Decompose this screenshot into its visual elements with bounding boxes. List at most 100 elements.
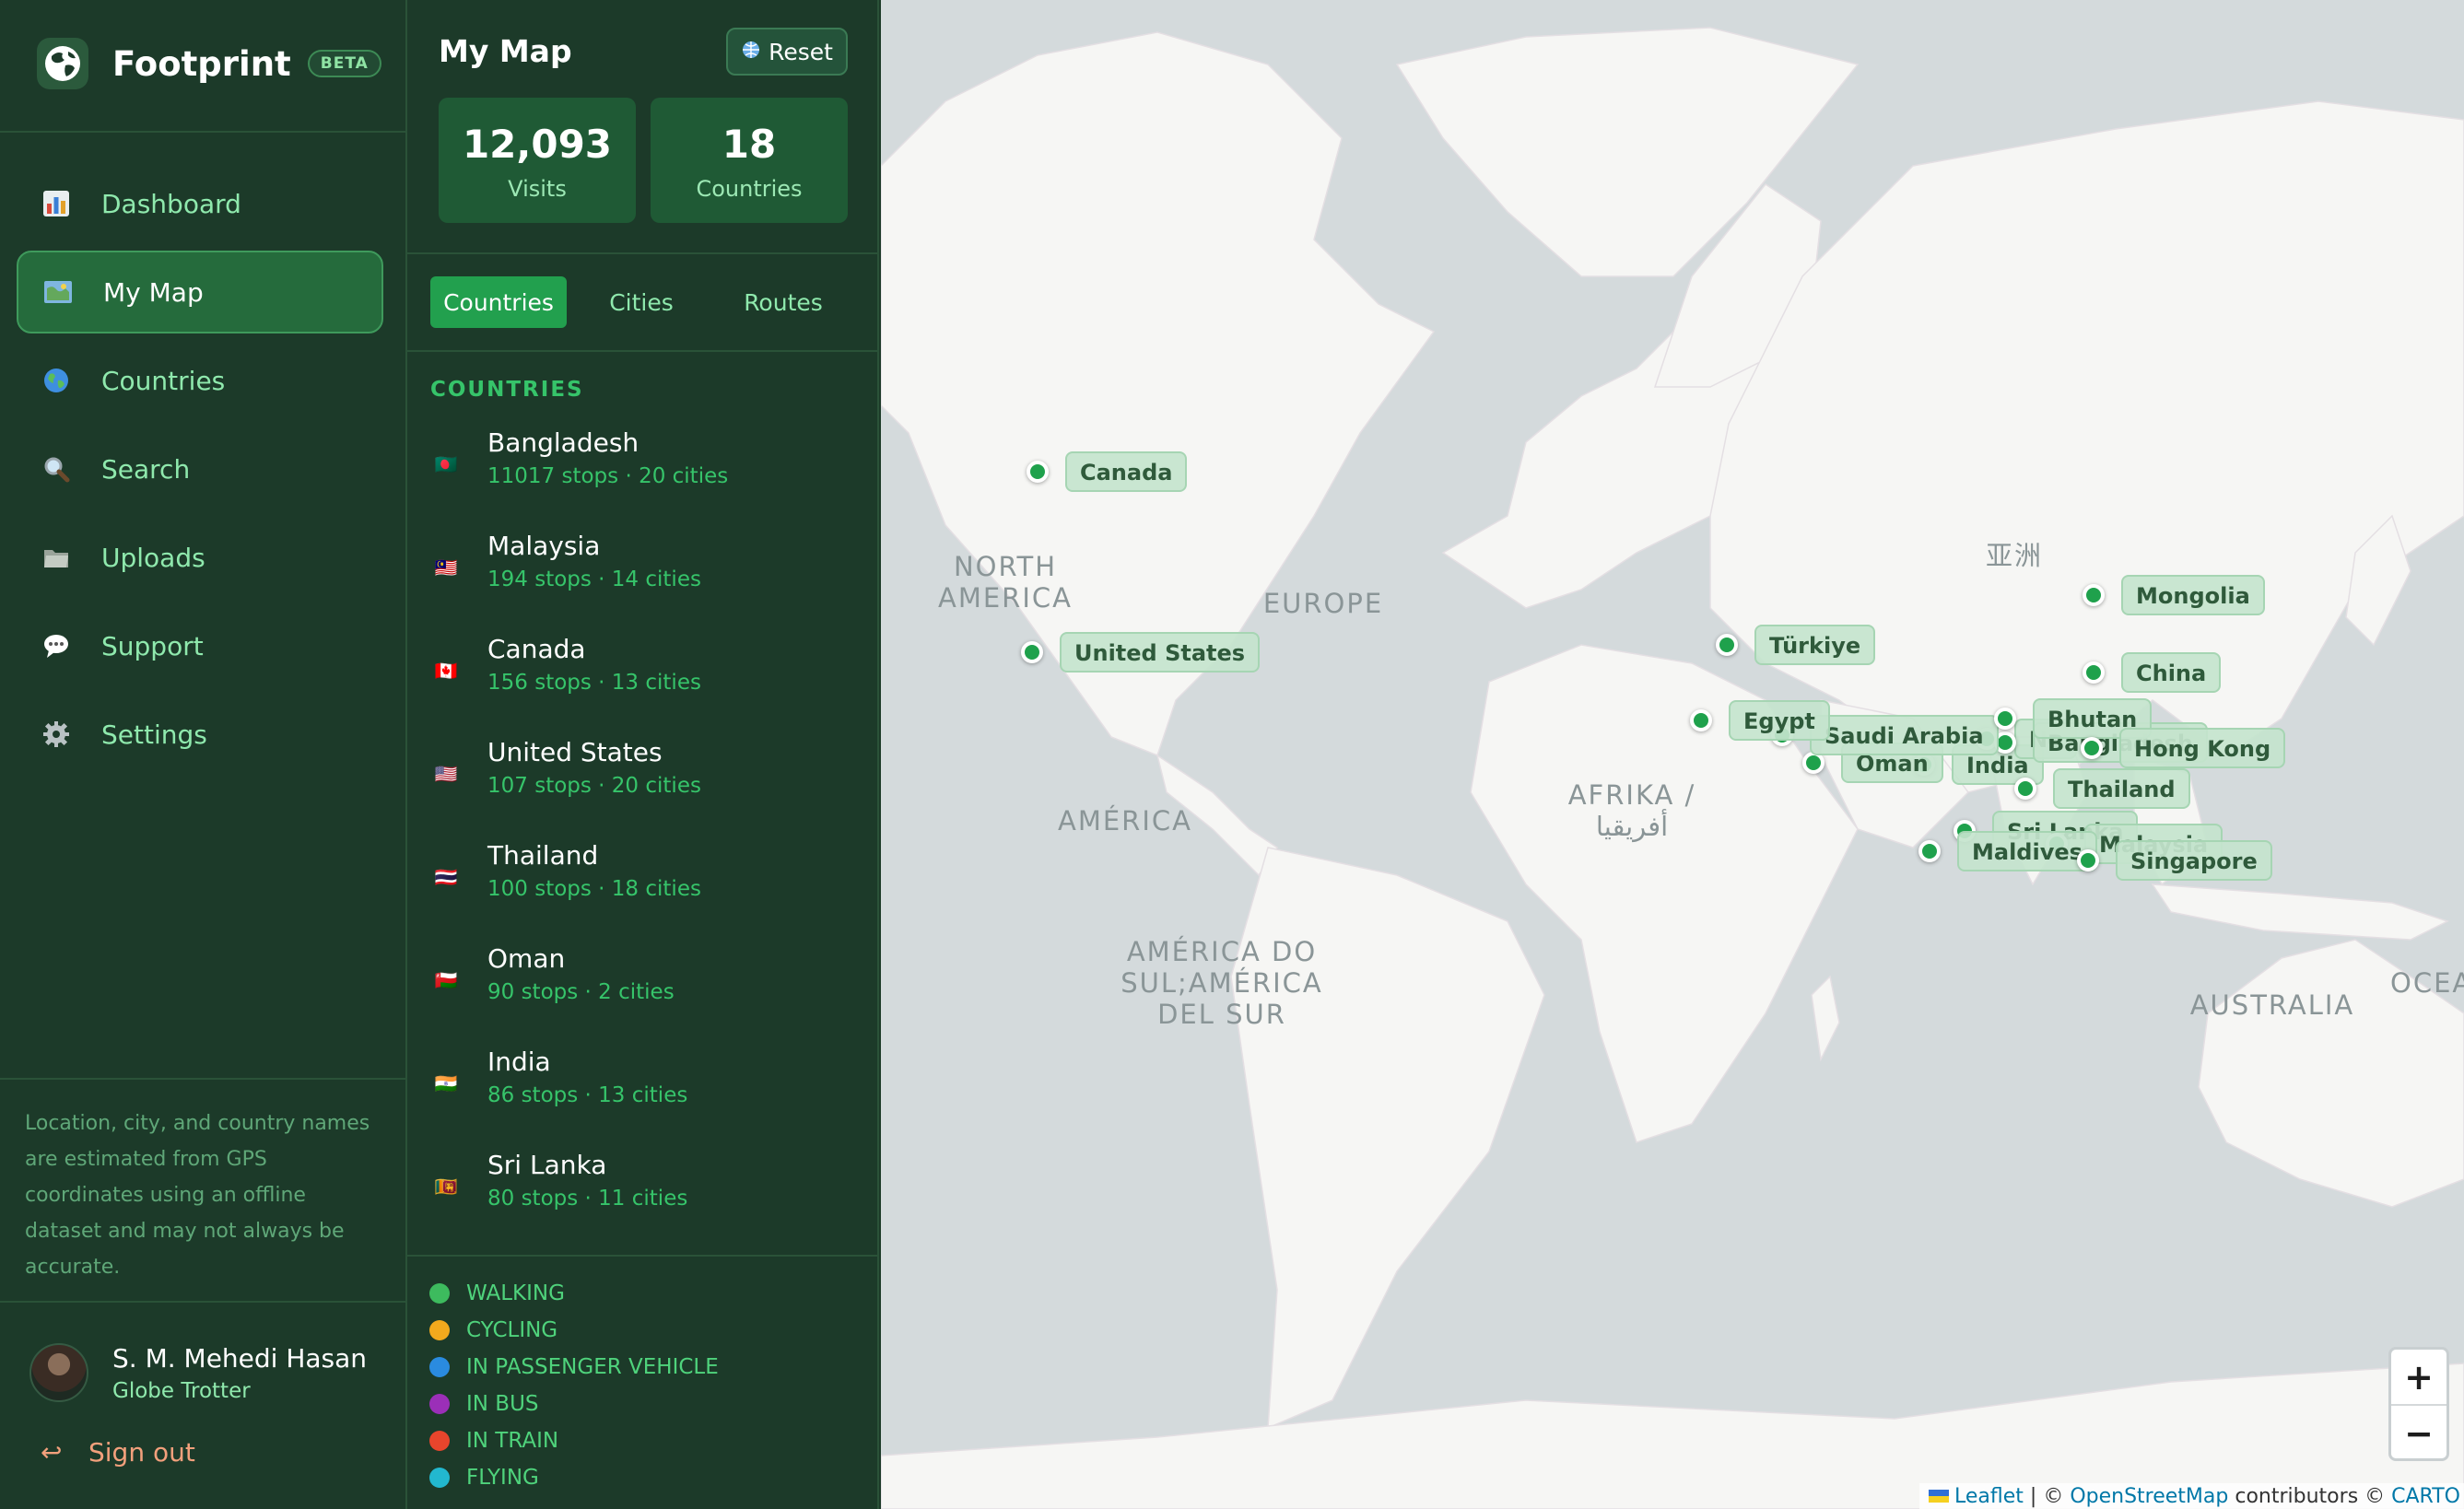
- country-item-malaysia[interactable]: 🇲🇾 Malaysia 194 stops · 14 cities: [430, 529, 863, 612]
- carto-link[interactable]: CARTO: [2391, 1485, 2460, 1508]
- visits-stat-card: 12,093 Visits: [439, 98, 636, 223]
- attribution-text: contributors ©: [2228, 1484, 2392, 1508]
- sign-out-button[interactable]: ↩ Sign out: [41, 1437, 195, 1468]
- country-meta: 107 stops · 20 cities: [487, 774, 701, 798]
- region-label-africa: AFRIKA / أفريقيا: [1567, 779, 1696, 842]
- united-states-flag-icon: 🇺🇸: [434, 763, 458, 785]
- marker-dot-icon: [1027, 461, 1049, 483]
- marker-label: Türkiye: [1754, 625, 1876, 665]
- divider: [407, 1255, 877, 1257]
- map-attribution: Leaflet | © OpenStreetMap contributors ©…: [1919, 1483, 2464, 1509]
- marker-mongolia[interactable]: Mongolia: [2083, 575, 2265, 615]
- sidebar: Footprint BETA Dashboard My Map Countrie…: [0, 0, 407, 1509]
- nav-label: My Map: [103, 276, 204, 308]
- country-name: Canada: [487, 634, 586, 664]
- legend-label: IN TRAIN: [466, 1429, 559, 1453]
- bus-dot-icon: [429, 1394, 450, 1414]
- marker-label: Egypt: [1729, 700, 1830, 741]
- nav-item-countries[interactable]: Countries: [17, 339, 383, 422]
- nav-label: Settings: [101, 719, 207, 750]
- country-item-bangladesh[interactable]: 🇧🇩 Bangladesh 11017 stops · 20 cities: [430, 426, 863, 509]
- nav-label: Dashboard: [101, 188, 241, 219]
- country-name: Bangladesh: [487, 427, 639, 458]
- tab-countries[interactable]: Countries: [430, 276, 567, 328]
- country-item-united-states[interactable]: 🇺🇸 United States 107 stops · 20 cities: [430, 735, 863, 818]
- marker-canada[interactable]: Canada: [1027, 451, 1188, 492]
- country-item-oman[interactable]: 🇴🇲 Oman 90 stops · 2 cities: [430, 942, 863, 1024]
- nav-item-search[interactable]: Search: [17, 427, 383, 510]
- beta-badge: BETA: [307, 50, 381, 77]
- section-heading: COUNTRIES: [430, 378, 584, 402]
- marker-singapore[interactable]: Singapore: [2077, 840, 2272, 881]
- country-meta: 86 stops · 13 cities: [487, 1083, 688, 1107]
- marker-label: Hong Kong: [2119, 728, 2286, 768]
- nav-label: Search: [101, 453, 191, 485]
- zoom-in-button[interactable]: +: [2391, 1350, 2446, 1404]
- user-profile[interactable]: S. M. Mehedi Hasan Globe Trotter: [29, 1338, 398, 1408]
- country-name: Oman: [487, 943, 566, 974]
- country-meta: 11017 stops · 20 cities: [487, 464, 729, 488]
- brand[interactable]: Footprint BETA: [37, 35, 381, 92]
- nav-item-uploads[interactable]: Uploads: [17, 516, 383, 599]
- tab-routes[interactable]: Routes: [715, 276, 851, 328]
- nav-item-my-map[interactable]: My Map: [17, 251, 383, 333]
- openstreetmap-link[interactable]: OpenStreetMap: [2070, 1485, 2228, 1508]
- marker-label: China: [2121, 652, 2222, 693]
- marker-label: Singapore: [2116, 840, 2272, 881]
- marker-label: Saudi Arabia: [1810, 715, 1999, 755]
- zoom-control: + −: [2388, 1347, 2449, 1461]
- bar-chart-icon: [41, 188, 72, 219]
- marker-united-states[interactable]: United States: [1021, 632, 1261, 673]
- marker-thailand[interactable]: Thailand: [2014, 768, 2190, 809]
- map-panel: My Map Reset 12,093 Visits 18 Countries …: [407, 0, 879, 1509]
- country-meta: 156 stops · 13 cities: [487, 671, 701, 695]
- country-name: Thailand: [487, 840, 599, 871]
- tab-cities[interactable]: Cities: [573, 276, 710, 328]
- legend-label: FLYING: [466, 1466, 539, 1490]
- india-flag-icon: 🇮🇳: [434, 1072, 458, 1094]
- country-item-sri-lanka[interactable]: 🇱🇰 Sri Lanka 80 stops · 11 cities: [430, 1148, 863, 1231]
- marker-turkiye[interactable]: Türkiye: [1716, 625, 1876, 665]
- legend-item-train: IN TRAIN: [429, 1425, 558, 1456]
- country-item-thailand[interactable]: 🇹🇭 Thailand 100 stops · 18 cities: [430, 838, 863, 921]
- zoom-out-button[interactable]: −: [2391, 1406, 2446, 1460]
- search-icon: [41, 453, 72, 485]
- globe-logo-icon: [37, 38, 88, 89]
- marker-egypt[interactable]: Egypt: [1690, 700, 1830, 741]
- world-map[interactable]: NORTH AMERICA EUROPE 亚洲 AMÉRICA AFRIKA /…: [881, 0, 2464, 1509]
- stat-value: 18: [722, 122, 777, 167]
- canada-flag-icon: 🇨🇦: [434, 660, 458, 682]
- region-label-australia: AUSTRALIA: [2189, 989, 2355, 1021]
- nav-label: Countries: [101, 365, 226, 396]
- nav-item-settings[interactable]: Settings: [17, 693, 383, 776]
- map-icon: [42, 276, 74, 308]
- attribution-text: | ©: [2023, 1484, 2071, 1508]
- stat-value: 12,093: [462, 122, 613, 167]
- ukraine-flag-icon: [1929, 1490, 1950, 1503]
- marker-dot-icon: [1918, 840, 1941, 862]
- nav-item-support[interactable]: Support: [17, 604, 383, 687]
- legend-label: IN PASSENGER VEHICLE: [466, 1355, 719, 1379]
- marker-maldives[interactable]: Maldives: [1918, 831, 2097, 871]
- marker-label: Thailand: [2053, 768, 2190, 809]
- marker-dot-icon: [1716, 634, 1738, 656]
- leaflet-link[interactable]: Leaflet: [1954, 1485, 2024, 1508]
- country-item-canada[interactable]: 🇨🇦 Canada 156 stops · 13 cities: [430, 632, 863, 715]
- panel-title: My Map: [439, 33, 572, 69]
- country-item-india[interactable]: 🇮🇳 India 86 stops · 13 cities: [430, 1045, 863, 1128]
- reset-button[interactable]: Reset: [726, 28, 848, 76]
- brand-name: Footprint: [112, 43, 291, 84]
- user-name: S. M. Mehedi Hasan: [112, 1342, 368, 1374]
- legend-label: IN BUS: [466, 1392, 539, 1416]
- nav-item-dashboard[interactable]: Dashboard: [17, 162, 383, 245]
- nav-label: Uploads: [101, 542, 205, 573]
- marker-hong-kong[interactable]: Hong Kong: [2081, 728, 2286, 768]
- marker-dot-icon: [2083, 661, 2105, 684]
- thailand-flag-icon: 🇹🇭: [434, 866, 458, 888]
- country-meta: 194 stops · 14 cities: [487, 567, 701, 591]
- oman-flag-icon: 🇴🇲: [434, 969, 458, 991]
- marker-china[interactable]: China: [2083, 652, 2222, 693]
- legend-item-cycling: CYCLING: [429, 1315, 557, 1346]
- speech-bubble-icon: [41, 630, 72, 661]
- country-name: Sri Lanka: [487, 1150, 607, 1180]
